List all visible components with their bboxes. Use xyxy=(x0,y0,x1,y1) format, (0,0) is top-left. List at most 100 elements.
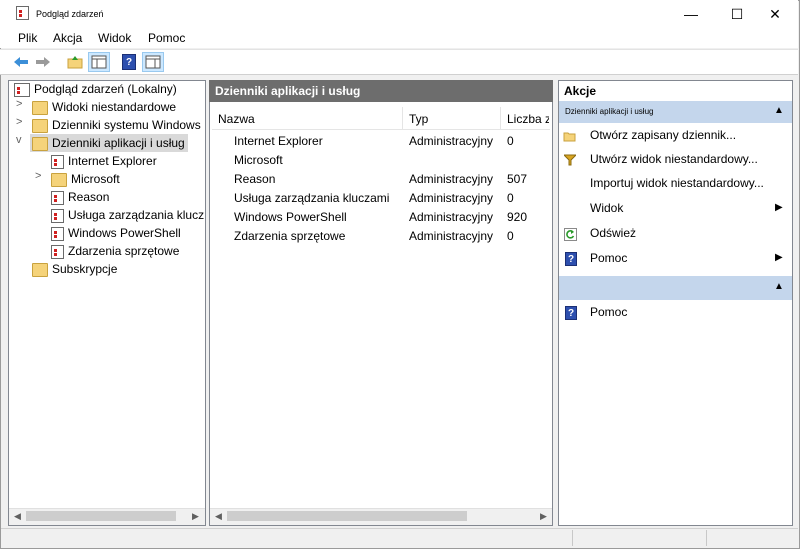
scroll-right-icon[interactable]: ▶ xyxy=(187,508,204,525)
column-divider[interactable] xyxy=(500,107,501,129)
column-divider[interactable] xyxy=(402,107,403,129)
open-folder-icon xyxy=(563,130,577,142)
tree-item-label: Dzienniki systemu Windows xyxy=(52,118,201,132)
action-view-submenu[interactable]: Widok ▶ xyxy=(563,201,789,219)
action-label: Odśwież xyxy=(590,226,637,240)
tree-item-key-management[interactable]: Usługa zarządzania klucza xyxy=(51,206,204,224)
folder-icon xyxy=(32,100,48,115)
menu-pomoc[interactable]: Pomoc xyxy=(148,31,185,45)
log-icon xyxy=(51,208,64,223)
console-tree-icon[interactable] xyxy=(88,52,110,72)
tree-item-subscriptions[interactable]: Subskrypcje xyxy=(32,260,117,278)
open-folder-icon xyxy=(32,136,48,151)
tree-item-label: Microsoft xyxy=(71,172,120,186)
scroll-left-icon[interactable]: ◀ xyxy=(210,508,227,525)
log-icon xyxy=(51,226,64,241)
forward-arrow-icon[interactable] xyxy=(34,53,52,71)
folder-icon xyxy=(32,118,48,133)
collapse-arrow-icon[interactable]: v xyxy=(16,134,28,146)
subscriptions-icon xyxy=(32,262,48,277)
column-header-name[interactable]: Nazwa xyxy=(218,112,255,126)
table-row-name[interactable]: Internet Explorer xyxy=(234,134,323,148)
up-folder-icon[interactable] xyxy=(66,53,84,71)
scroll-thumb[interactable] xyxy=(227,511,467,521)
log-icon xyxy=(51,190,64,205)
table-row-name[interactable]: Zdarzenia sprzętowe xyxy=(234,229,345,243)
action-import-custom-view[interactable]: Importuj widok niestandardowy... xyxy=(563,176,789,194)
action-refresh[interactable]: Odśwież xyxy=(563,226,789,244)
action-label: Utwórz widok niestandardowy... xyxy=(590,152,758,166)
action-help[interactable]: ? Pomoc xyxy=(563,305,789,323)
actions-section-header[interactable]: Dzienniki aplikacji i usług ▲ xyxy=(559,101,792,123)
action-create-custom-view[interactable]: Utwórz widok niestandardowy... xyxy=(562,152,789,170)
actions-pane xyxy=(558,80,793,526)
menu-plik[interactable]: Plik xyxy=(18,31,37,45)
tree-item-label: Dzienniki aplikacji i usług xyxy=(52,136,185,150)
center-pane-title: Dzienniki aplikacji i usług xyxy=(215,84,361,98)
tree-item-label: Windows PowerShell xyxy=(68,226,181,240)
tree-item-app-services-logs-selected[interactable]: Dzienniki aplikacji i usług xyxy=(30,134,188,152)
table-row-count: 507 xyxy=(507,172,528,186)
back-arrow-icon[interactable] xyxy=(12,53,30,71)
filter-icon xyxy=(562,154,578,169)
expand-arrow-icon[interactable]: > xyxy=(16,116,28,128)
center-pane-header: Dzienniki aplikacji i usług xyxy=(209,80,553,102)
column-header-count[interactable]: Liczba zd xyxy=(507,112,549,126)
submenu-arrow-icon: ▶ xyxy=(775,202,783,213)
table-row-name[interactable]: Usługa zarządzania kluczami xyxy=(234,191,389,205)
table-row-type: Administracyjny xyxy=(409,134,494,148)
show-hide-action-pane-icon[interactable] xyxy=(142,52,164,72)
table-row-name[interactable]: Microsoft xyxy=(234,153,283,167)
tree-root-label: Podgląd zdarzeń (Lokalny) xyxy=(34,82,177,96)
action-open-saved-log[interactable]: Otwórz zapisany dziennik... xyxy=(563,128,789,146)
help-icon: ? xyxy=(565,252,577,266)
table-row-type: Administracyjny xyxy=(409,229,494,243)
tree-item-reason[interactable]: Reason xyxy=(51,188,109,206)
table-row-type: Administracyjny xyxy=(409,191,494,205)
table-row-count: 0 xyxy=(507,229,514,243)
actions-section-header-2[interactable]: ▲ xyxy=(559,276,792,300)
log-icon xyxy=(51,154,64,169)
menu-akcja[interactable]: Akcja xyxy=(53,31,82,45)
table-row-type: Administracyjny xyxy=(409,210,494,224)
column-header-type[interactable]: Typ xyxy=(409,112,428,126)
table-row-type: Administracyjny xyxy=(409,172,494,186)
action-help-submenu[interactable]: ? Pomoc ▶ xyxy=(563,251,789,269)
actions-section-title: Dzienniki aplikacji i usług xyxy=(565,107,654,116)
scroll-left-icon[interactable]: ◀ xyxy=(9,508,26,525)
close-button[interactable]: ✕ xyxy=(752,0,798,28)
tree-item-custom-views[interactable]: Widoki niestandardowe xyxy=(32,98,176,116)
table-row-count: 0 xyxy=(507,134,514,148)
table-row-count: 0 xyxy=(507,191,514,205)
app-icon xyxy=(16,6,29,20)
action-label: Pomoc xyxy=(590,305,628,319)
table-row-name[interactable]: Reason xyxy=(234,172,275,186)
actions-title: Akcje xyxy=(564,84,597,98)
table-row-count: 920 xyxy=(507,210,528,224)
tree-item-label: Usługa zarządzania klucza xyxy=(68,208,204,222)
folder-icon xyxy=(51,172,67,187)
scroll-right-icon[interactable]: ▶ xyxy=(535,508,552,525)
tree-root[interactable]: Podgląd zdarzeń (Lokalny) xyxy=(14,80,177,98)
tree-item-label: Reason xyxy=(68,190,110,204)
collapse-icon[interactable]: ▲ xyxy=(774,281,784,292)
expand-arrow-icon[interactable]: > xyxy=(35,170,47,182)
help-icon[interactable]: ? xyxy=(120,53,138,71)
tree-item-microsoft[interactable]: Microsoft xyxy=(51,170,120,188)
table-row-name[interactable]: Windows PowerShell xyxy=(234,210,347,224)
tree-item-windows-logs[interactable]: Dzienniki systemu Windows xyxy=(32,116,201,134)
minimize-button[interactable]: — xyxy=(668,0,714,28)
collapse-icon[interactable]: ▲ xyxy=(774,105,784,116)
action-label: Importuj widok niestandardowy... xyxy=(590,176,764,190)
scroll-thumb[interactable] xyxy=(26,511,176,521)
help-icon: ? xyxy=(565,306,577,320)
tree-item-powershell[interactable]: Windows PowerShell xyxy=(51,224,181,242)
tree-item-label: Widoki niestandardowe xyxy=(52,100,177,114)
tree-item-internet-explorer[interactable]: Internet Explorer xyxy=(51,152,157,170)
action-label: Pomoc xyxy=(590,251,628,265)
expand-arrow-icon[interactable]: > xyxy=(16,98,28,110)
refresh-icon xyxy=(564,228,577,244)
action-label: Widok xyxy=(590,201,624,215)
menu-widok[interactable]: Widok xyxy=(98,31,131,45)
tree-item-hardware-events[interactable]: Zdarzenia sprzętowe xyxy=(51,242,179,260)
